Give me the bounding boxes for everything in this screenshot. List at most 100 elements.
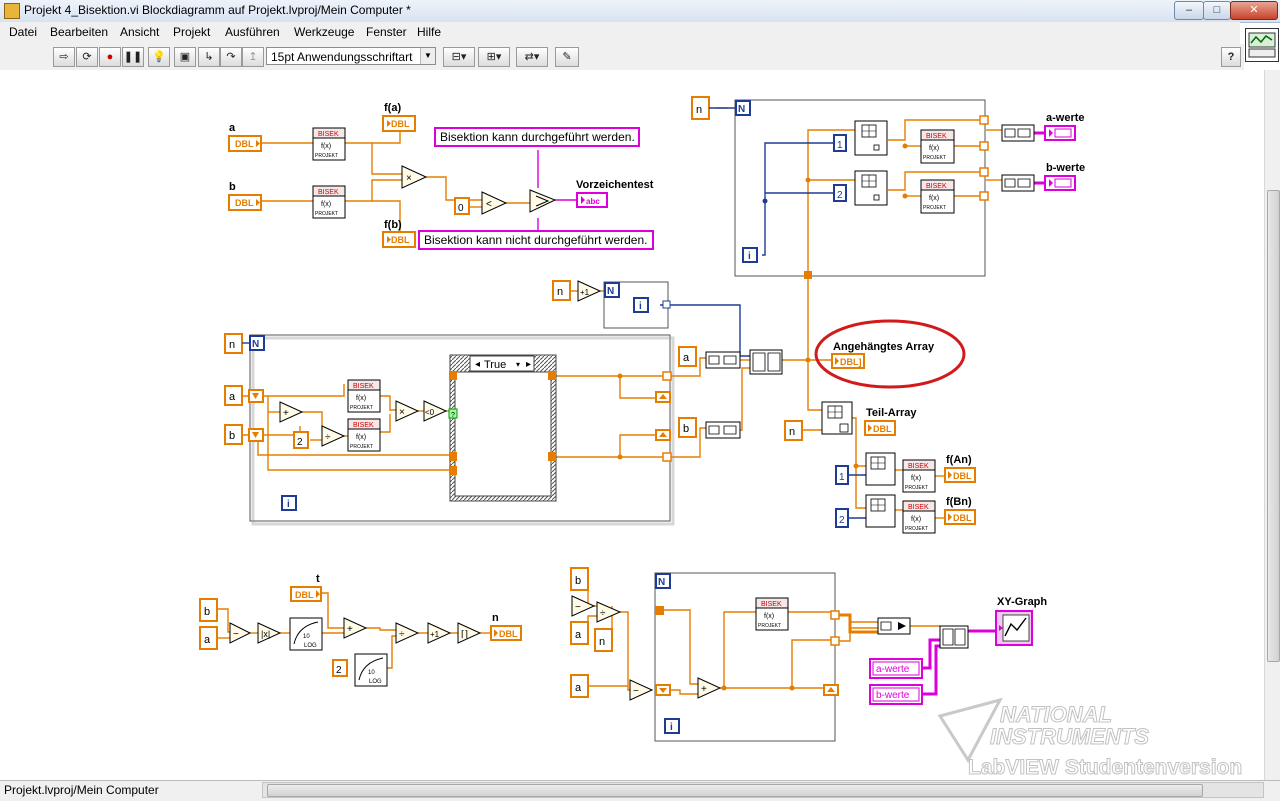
- const-a-graph-1[interactable]: a: [570, 621, 589, 645]
- local-var-a-werte[interactable]: a-werte: [869, 658, 923, 679]
- divide-node[interactable]: ÷: [321, 425, 346, 447]
- distribute-objects-icon[interactable]: ⊞▾: [478, 47, 510, 67]
- less-than-node[interactable]: <: [481, 191, 508, 215]
- subvi-bisek-loop-2[interactable]: BISEK f(x) PROJEKT: [347, 418, 381, 452]
- const-a-loop[interactable]: a: [224, 385, 243, 406]
- clean-up-diagram-icon[interactable]: ✎: [555, 47, 579, 67]
- indicator-f-an[interactable]: DBL: [944, 467, 976, 483]
- indicator-b-werte[interactable]: [1044, 175, 1076, 191]
- subvi-bisek-b[interactable]: BISEK f(x) PROJEKT: [312, 185, 346, 219]
- const-b-iter[interactable]: b: [199, 598, 218, 622]
- const-a-graph-2[interactable]: a: [570, 674, 589, 698]
- build-array-b[interactable]: [705, 421, 741, 439]
- const-2-teil[interactable]: 2: [835, 508, 849, 528]
- subtract-node-graph-2[interactable]: −: [629, 679, 654, 701]
- close-button[interactable]: ✕: [1230, 1, 1278, 20]
- case-structure[interactable]: ◂ True ▾ ▸ ?: [448, 354, 557, 502]
- add-node-iter[interactable]: +: [343, 617, 368, 639]
- for-loop-graph[interactable]: N i: [654, 572, 840, 742]
- const-2-iter[interactable]: 2: [332, 659, 348, 677]
- retain-wire-values-icon[interactable]: ▣: [174, 47, 196, 67]
- menu-fenster[interactable]: Fenster: [366, 25, 407, 39]
- round-node[interactable]: ⌈⌉: [457, 622, 482, 644]
- horizontal-scrollbar[interactable]: [262, 782, 1264, 798]
- menu-ausfuehren[interactable]: Ausführen: [225, 25, 280, 39]
- index-array-1[interactable]: [854, 120, 888, 156]
- const-n-loop[interactable]: n: [224, 333, 243, 354]
- menu-werkzeuge[interactable]: Werkzeuge: [294, 25, 354, 39]
- multiply-node-loop[interactable]: ×: [395, 400, 420, 422]
- const-1-teil[interactable]: 1: [835, 465, 849, 485]
- shift-register-left[interactable]: [248, 389, 264, 442]
- highlight-execution-icon[interactable]: 💡: [148, 47, 170, 67]
- menu-datei[interactable]: Datei: [9, 25, 37, 39]
- subvi-bisek-arrays-2[interactable]: BISEK f(x) PROJEKT: [920, 179, 955, 214]
- step-out-icon[interactable]: ↥: [242, 47, 264, 67]
- less-than-zero-node[interactable]: <0: [423, 400, 448, 422]
- run-continuously-icon[interactable]: ⟳: [76, 47, 98, 67]
- multiply-node[interactable]: ×: [401, 165, 428, 189]
- build-array-graph[interactable]: [939, 625, 969, 649]
- subvi-bisek-graph[interactable]: BISEK f(x) PROJEKT: [755, 597, 789, 631]
- const-a-right[interactable]: a: [678, 346, 697, 367]
- subvi-bisek-fan[interactable]: BISEK f(x) PROJEKT: [902, 459, 936, 493]
- align-objects-icon[interactable]: ⊟▾: [443, 47, 475, 67]
- indicator-fa[interactable]: DBL: [382, 115, 416, 132]
- local-var-b-werte[interactable]: b-werte: [869, 684, 923, 705]
- const-2-arrays[interactable]: 2: [833, 184, 847, 202]
- build-array-a[interactable]: [705, 351, 741, 369]
- control-b[interactable]: DBL: [228, 194, 262, 211]
- const-2-loop[interactable]: 2: [293, 431, 309, 449]
- menu-projekt[interactable]: Projekt: [173, 25, 210, 39]
- bundle-a[interactable]: [1001, 124, 1035, 142]
- string-const-no[interactable]: Bisektion kann nicht durchgeführt werden…: [418, 230, 654, 250]
- index-array-fbn[interactable]: [865, 494, 896, 528]
- reorder-icon[interactable]: ⇄▾: [516, 47, 548, 67]
- menu-ansicht[interactable]: Ansicht: [120, 25, 159, 39]
- subvi-bisek-a[interactable]: BISEK f(x) PROJEKT: [312, 127, 346, 161]
- indicator-n[interactable]: DBL: [490, 625, 522, 641]
- indicator-teil-array[interactable]: DBL: [864, 420, 896, 436]
- add-node-graph[interactable]: +: [697, 677, 722, 699]
- indicator-vorzeichentest[interactable]: abc: [576, 192, 608, 208]
- increment-node-iter[interactable]: +1: [427, 622, 452, 644]
- menu-bearbeiten[interactable]: Bearbeiten: [50, 25, 108, 39]
- menu-hilfe[interactable]: Hilfe: [417, 25, 441, 39]
- subtract-node-graph[interactable]: −: [571, 595, 596, 617]
- const-n-graph[interactable]: n: [594, 628, 613, 652]
- const-n-arrays[interactable]: n: [691, 96, 710, 120]
- subtract-node-iter[interactable]: −: [229, 622, 252, 644]
- context-help-button[interactable]: ?: [1221, 47, 1241, 67]
- indicator-f-bn[interactable]: DBL: [944, 509, 976, 525]
- abort-icon[interactable]: ●: [99, 47, 121, 67]
- const-zero[interactable]: 0: [454, 197, 470, 215]
- control-a[interactable]: DBL: [228, 135, 262, 152]
- loop-tunnels-right[interactable]: [655, 371, 672, 462]
- build-array-combine[interactable]: [749, 349, 783, 375]
- maximize-button[interactable]: □: [1203, 1, 1231, 20]
- divide-node-iter[interactable]: ÷: [395, 622, 420, 644]
- string-const-ok[interactable]: Bisektion kann durchgeführt werden.: [434, 127, 640, 147]
- const-a-iter[interactable]: a: [199, 626, 218, 650]
- const-n-teil[interactable]: n: [784, 420, 803, 441]
- index-array-2[interactable]: [854, 170, 888, 206]
- step-into-icon[interactable]: ↳: [198, 47, 220, 67]
- bundle-b[interactable]: [1001, 174, 1035, 192]
- const-b-right[interactable]: b: [678, 417, 697, 438]
- index-array-fan[interactable]: [865, 452, 896, 486]
- indicator-a-werte[interactable]: [1044, 125, 1076, 141]
- add-node[interactable]: +: [279, 401, 304, 423]
- horizontal-scroll-thumb[interactable]: [267, 784, 1203, 797]
- vertical-scroll-thumb[interactable]: [1267, 190, 1280, 662]
- const-b-loop[interactable]: b: [224, 424, 243, 445]
- abs-node[interactable]: |x|: [257, 622, 282, 644]
- block-diagram[interactable]: a DBL b DBL BISEK f(x) PROJEKT BISEK f(x…: [0, 70, 1264, 780]
- increment-node[interactable]: +1: [577, 280, 602, 302]
- indicator-fb[interactable]: DBL: [382, 231, 416, 248]
- font-selector[interactable]: 15pt Anwendungsschriftart ▼: [266, 47, 436, 65]
- step-over-icon[interactable]: ↷: [220, 47, 242, 67]
- const-b-graph[interactable]: b: [570, 567, 589, 591]
- subvi-bisek-fbn[interactable]: BISEK f(x) PROJEKT: [902, 500, 936, 534]
- vi-icon[interactable]: [1245, 28, 1279, 62]
- xy-graph-terminal[interactable]: [995, 610, 1033, 646]
